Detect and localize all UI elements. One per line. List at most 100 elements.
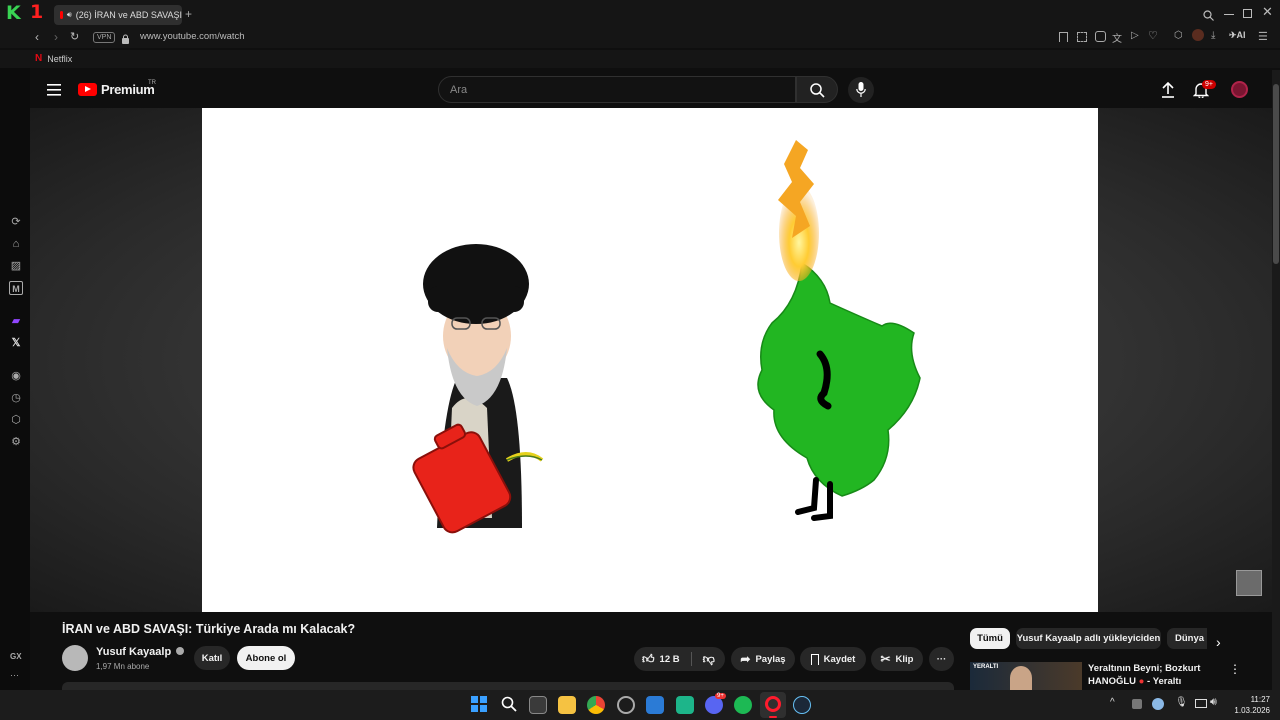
hamburger-menu-icon[interactable] [47, 83, 61, 96]
scrollbar-thumb[interactable] [1273, 84, 1279, 264]
opera-gx-taskbar-icon [765, 696, 781, 712]
vpn-badge[interactable]: VPN [93, 32, 116, 43]
recommended-title[interactable]: Yeraltının Beyni; Bozkurt HANOĞLU ● - Ye… [1088, 662, 1200, 688]
tray-display-icon[interactable] [1195, 699, 1207, 708]
youtube-play-icon [78, 83, 97, 96]
search-input[interactable]: Ara [438, 76, 796, 103]
recommended-more-icon[interactable]: ⋮ [1229, 662, 1241, 676]
gx-control-icon[interactable]: ⟳ [9, 215, 23, 229]
more-actions-button[interactable]: ··· [929, 647, 954, 671]
logo-text: Premium [101, 82, 155, 97]
recommended-title-line2: HANOĞLU [1088, 676, 1137, 687]
widgets-icon[interactable] [529, 696, 547, 714]
heart-icon[interactable]: ♡ [1148, 29, 1158, 42]
maximize-icon[interactable] [1243, 9, 1252, 18]
logo-number: 1 [30, 1, 44, 23]
clip-button[interactable]: ✂ Klip [871, 647, 923, 671]
bookmark-netflix[interactable]: N Netflix [35, 53, 72, 64]
extensions-side-icon[interactable]: ⬡ [9, 413, 23, 427]
close-icon[interactable]: ✕ [1262, 4, 1273, 20]
url-field[interactable]: www.youtube.com/watch [140, 31, 245, 42]
search-button[interactable] [796, 76, 838, 103]
lock-icon [121, 31, 130, 44]
taskbar-search-icon[interactable] [501, 696, 517, 712]
gx-corner-icon[interactable]: ⌂ [9, 237, 23, 251]
reload-icon[interactable]: ↻ [70, 30, 79, 43]
opera-gx-logo[interactable]: K 1 [4, 1, 48, 24]
bookmark-netflix-label: Netflix [47, 53, 73, 64]
file-explorer-icon[interactable] [558, 696, 576, 714]
download-video-icon[interactable]: ▷ [1131, 30, 1139, 41]
channel-watermark-thumbnail[interactable] [1236, 570, 1262, 596]
system-app-icon[interactable] [617, 696, 635, 714]
chrome-icon[interactable] [587, 696, 605, 714]
minimize-icon[interactable] [1224, 14, 1234, 15]
like-divider [690, 652, 692, 666]
gx-m-icon[interactable]: M [9, 281, 23, 295]
chip-all[interactable]: Tümü [970, 628, 1010, 649]
windows-start-icon[interactable] [471, 696, 487, 712]
steam-icon[interactable] [793, 696, 811, 714]
player-icon[interactable]: ◉ [9, 369, 23, 383]
chip-uploader[interactable]: Yusuf Kayaalp adlı yükleyiciden [1016, 628, 1161, 649]
ai-label: AI [1236, 30, 1246, 40]
gx-label[interactable]: GX [10, 652, 22, 661]
tray-volume-icon[interactable]: 🔊︎ [1210, 696, 1217, 709]
channel-name[interactable]: Yusuf Kayaalp [96, 646, 185, 658]
recommended-title-line2-wrap: HANOĞLU ● - Yeraltı [1088, 675, 1200, 688]
downloads-icon[interactable]: ⤓ [1211, 30, 1215, 41]
clock-date: 1.03.2026 [1234, 706, 1270, 715]
upload-icon[interactable] [1161, 81, 1175, 98]
share-button[interactable]: ➦ Paylaş [731, 647, 795, 671]
taskbar-clock[interactable]: 11:27 1.03.2026 [1228, 694, 1270, 716]
verified-icon [176, 647, 185, 655]
channel-avatar[interactable] [62, 645, 88, 671]
video-player[interactable] [202, 108, 1098, 612]
sidebar-more-icon[interactable]: ··· [10, 670, 19, 680]
like-button[interactable]: 👍︎ 12 B [642, 652, 680, 667]
dislike-button[interactable]: 👎︎ [703, 652, 715, 667]
new-tab-button[interactable]: + [185, 7, 192, 21]
bookmark-icon [810, 653, 819, 665]
tray-app-icon[interactable] [1132, 699, 1142, 709]
save-button[interactable]: Kaydet [800, 647, 866, 671]
aria-ai-button[interactable]: ✈AI [1229, 30, 1246, 41]
windows-taskbar [0, 690, 1280, 720]
twitch-icon[interactable]: ▰ [9, 314, 23, 328]
app-green-icon[interactable] [676, 696, 694, 714]
snapshot-icon[interactable] [1077, 32, 1087, 42]
youtube-premium-logo[interactable]: Premium [78, 82, 155, 97]
description-box[interactable] [62, 682, 954, 690]
browser-tab-active[interactable]: 🔊︎ (26) İRAN ve ABD SAVAŞI [54, 5, 182, 25]
extensions-icon[interactable]: ⬡ [1174, 30, 1183, 41]
translate-icon[interactable]: 文 [1112, 30, 1122, 45]
microphone-icon [856, 82, 866, 97]
back-icon[interactable]: ‹ [35, 30, 39, 44]
profile-avatar-icon[interactable] [1192, 29, 1204, 41]
forward-icon[interactable]: › [54, 30, 58, 44]
bookmark-page-icon[interactable] [1059, 32, 1068, 42]
adblock-icon[interactable] [1095, 31, 1106, 42]
history-icon[interactable]: ◷ [9, 391, 23, 405]
spotify-icon[interactable] [734, 696, 752, 714]
tray-mic-icon[interactable]: 🎙︎ [1175, 697, 1188, 708]
account-avatar[interactable] [1231, 81, 1248, 98]
join-button[interactable]: Katıl [194, 646, 230, 670]
voice-search-button[interactable] [848, 77, 874, 103]
subscribe-button[interactable]: Abone ol [237, 646, 295, 670]
chip-world[interactable]: Dünya [1167, 628, 1207, 649]
opera-gx-taskbar-button[interactable] [760, 692, 786, 718]
settings-icon[interactable]: ⚙ [9, 435, 23, 449]
recommended-thumbnail[interactable]: YERALTI [970, 662, 1082, 690]
search-tabs-icon[interactable] [1203, 8, 1214, 21]
chips-next-icon[interactable]: › [1216, 634, 1221, 650]
menu-icon[interactable]: ☰ [1258, 30, 1268, 43]
x-twitter-icon[interactable]: 𝕏 [9, 336, 23, 350]
tray-steam-icon[interactable] [1152, 698, 1164, 710]
like-count: 12 B [659, 653, 680, 665]
recommended-title-line1: Yeraltının Beyni; Bozkurt [1088, 663, 1201, 674]
tray-overflow-icon[interactable]: ^ [1110, 697, 1115, 708]
photos-icon[interactable] [646, 696, 664, 714]
like-dislike-group: 👍︎ 12 B 👎︎ [634, 647, 725, 671]
gx-cleaner-icon[interactable]: ▨ [9, 259, 23, 273]
